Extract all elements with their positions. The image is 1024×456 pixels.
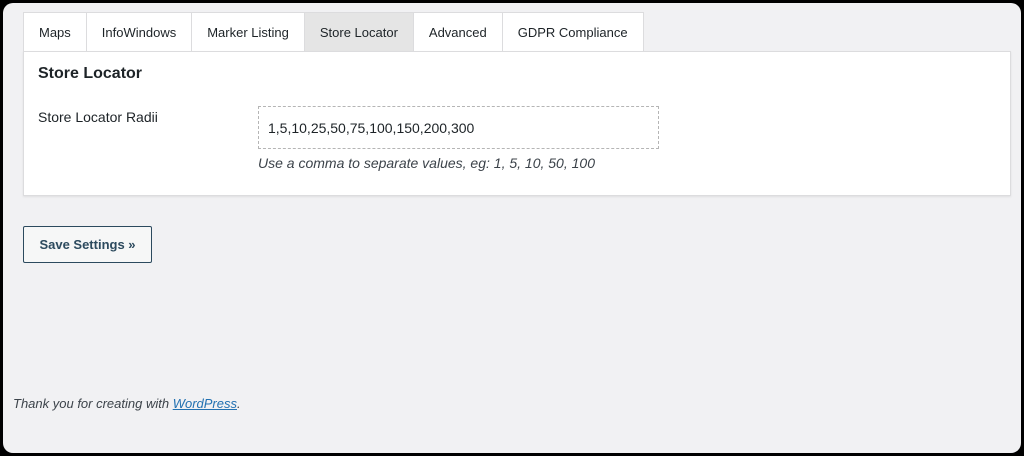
footer-credit: Thank you for creating with WordPress. [13, 396, 241, 411]
radii-help-text: Use a comma to separate values, eg: 1, 5… [258, 155, 595, 171]
settings-panel: Store Locator Store Locator Radii Use a … [23, 51, 1011, 196]
tab-gdpr-compliance[interactable]: GDPR Compliance [502, 12, 644, 51]
wordpress-link[interactable]: WordPress [173, 396, 237, 411]
footer-prefix: Thank you for creating with [13, 396, 173, 411]
radii-label: Store Locator Radii [38, 109, 158, 125]
tab-store-locator[interactable]: Store Locator [304, 12, 414, 51]
save-settings-button[interactable]: Save Settings » [23, 226, 152, 263]
tab-maps[interactable]: Maps [23, 12, 87, 51]
tab-marker-listing[interactable]: Marker Listing [192, 12, 305, 51]
section-title: Store Locator [38, 65, 143, 82]
radii-input[interactable] [258, 106, 659, 149]
footer-suffix: . [237, 396, 241, 411]
tab-infowindows[interactable]: InfoWindows [86, 12, 193, 51]
settings-tabs: Maps InfoWindows Marker Listing Store Lo… [23, 12, 644, 52]
admin-page: Maps InfoWindows Marker Listing Store Lo… [3, 3, 1021, 453]
tab-advanced[interactable]: Advanced [413, 12, 503, 51]
